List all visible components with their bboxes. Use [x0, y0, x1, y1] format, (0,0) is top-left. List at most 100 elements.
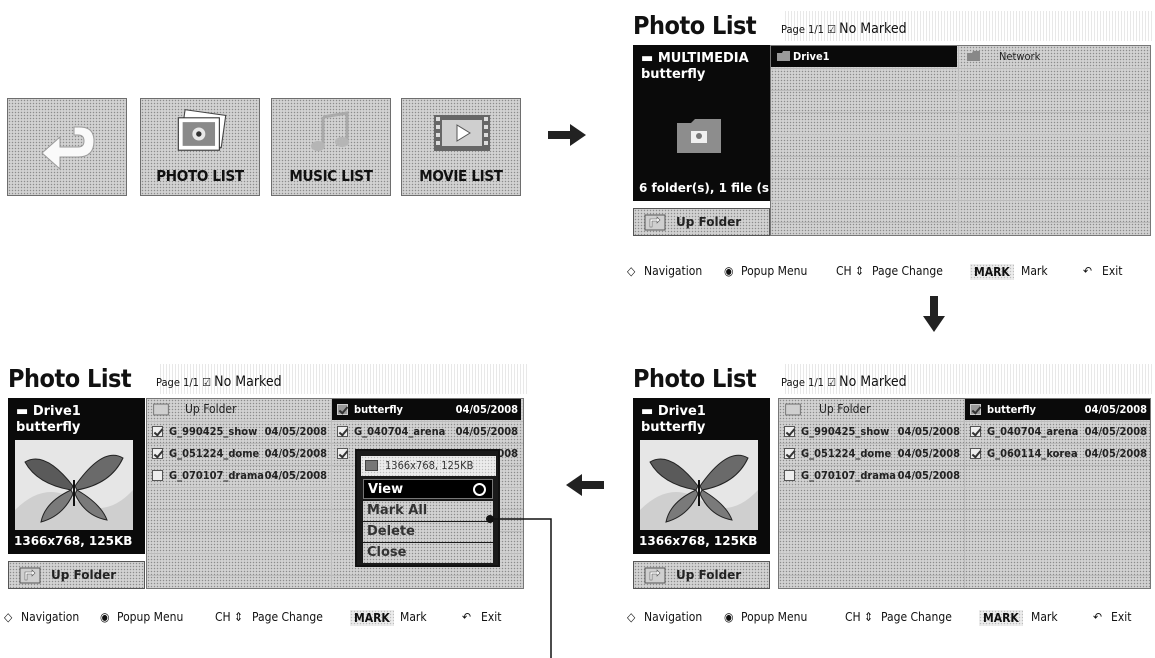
page-info: Page 1/1 ☑ No Marked [781, 21, 907, 37]
file-item-butterfly[interactable]: butterfly 04/05/2008 [332, 399, 521, 420]
page-number: Page 1/1 [156, 376, 199, 389]
ok-circle-icon: ◉ [724, 264, 734, 278]
mark-key-badge: MARK [970, 264, 1014, 280]
info-filename: butterfly [641, 420, 706, 435]
tile-movie-list[interactable]: MOVIE LIST [401, 98, 521, 196]
butterfly-thumbnail [640, 440, 758, 530]
folder-icon: ▬ [16, 404, 33, 419]
tile-photo-list[interactable]: PHOTO LIST [140, 98, 260, 196]
file-item[interactable]: G_040704_arena 04/05/2008 [965, 421, 1150, 442]
folder-icon [777, 51, 790, 61]
checkbox[interactable] [337, 404, 348, 415]
folder-icon: ▬ [641, 404, 658, 419]
up-folder-icon [644, 567, 666, 584]
info-filename: butterfly [16, 420, 81, 435]
checkbox[interactable] [337, 426, 348, 437]
up-folder-label: Up Folder [676, 215, 742, 229]
arrow-right-icon [548, 124, 586, 146]
file-item[interactable]: G_990425_show 04/05/2008 [779, 421, 963, 442]
folder-icon [677, 119, 721, 153]
info-summary: 6 folder(s), 1 file (s) [639, 181, 775, 195]
movie-icon [434, 115, 490, 151]
photo-list-screen-root: Photo List Page 1/1 ☑ No Marked ▬ MULTIM… [633, 11, 1153, 256]
checkbox[interactable] [784, 426, 795, 437]
checkbox[interactable] [152, 448, 163, 459]
page-info: Page 1/1 ☑ No Marked [156, 374, 282, 390]
file-item[interactable]: G_051224_dome 04/05/2008 [147, 443, 330, 464]
up-folder-button[interactable]: Up Folder [633, 208, 770, 236]
up-folder-row[interactable]: Up Folder [147, 399, 330, 420]
marked-status: No Marked [214, 374, 282, 390]
file-grid: Up Folder butterfly 04/05/2008 G_990425_… [778, 398, 1151, 589]
exit-icon: ↶ [1093, 610, 1103, 624]
tile-music-list[interactable]: MUSIC LIST [271, 98, 391, 196]
file-item[interactable]: G_060114_korea 04/05/2008 [965, 443, 1150, 464]
checkbox[interactable] [970, 448, 981, 459]
exit-icon: ↶ [462, 610, 472, 624]
popup-menu: 1366x768, 125KB View Mark All Delete Clo… [355, 449, 500, 567]
multimedia-icon: ▬ [641, 51, 658, 66]
up-folder-label: Up Folder [676, 568, 742, 582]
info-filename: butterfly [641, 67, 706, 82]
page-updown-icon: ⇕ [234, 610, 244, 624]
navigation-icon: ◇ [627, 610, 636, 624]
page-updown-icon: ⇕ [855, 264, 865, 278]
file-item[interactable]: G_040704_arena 04/05/2008 [332, 421, 521, 442]
folder-item-network[interactable]: Network [959, 46, 1149, 67]
navigation-icon: ◇ [4, 610, 13, 624]
checkbox[interactable] [337, 448, 348, 459]
tile-label: MOVIE LIST [419, 167, 503, 185]
ok-circle-icon: ◉ [724, 610, 734, 624]
checkbox[interactable] [152, 426, 163, 437]
file-grid: Drive1 Network [770, 45, 1151, 236]
popup-item-delete[interactable]: Delete [363, 522, 493, 542]
file-item[interactable]: G_990425_show 04/05/2008 [147, 421, 330, 442]
info-panel: ▬ MULTIMEDIA butterfly 6 folder(s), 1 fi… [633, 45, 775, 201]
up-folder-button[interactable]: Up Folder [633, 561, 770, 589]
page-updown-icon: ⇕ [864, 610, 874, 624]
folder-item-drive1[interactable]: Drive1 [771, 46, 957, 67]
page-number: Page 1/1 [781, 23, 824, 36]
checkbox[interactable] [784, 470, 795, 481]
footer-legend: ◇ Navigation ◉ Popup Menu CH ⇕ Page Chan… [627, 610, 1132, 626]
marked-check-icon: ☑ [202, 376, 215, 389]
mark-key-badge: MARK [350, 610, 394, 626]
checkbox[interactable] [970, 426, 981, 437]
footer-legend: ◇ Navigation ◉ Popup Menu CH ⇕ Page Chan… [4, 610, 502, 626]
music-notes-icon [311, 111, 349, 151]
arrow-left-icon [566, 474, 604, 496]
file-item[interactable]: G_070107_drama 04/05/2008 [779, 465, 963, 486]
file-item[interactable]: G_070107_drama 04/05/2008 [147, 465, 330, 486]
popup-item-view[interactable]: View [363, 479, 493, 499]
up-folder-label: Up Folder [51, 568, 117, 582]
popup-item-mark-all[interactable]: Mark All [363, 501, 493, 521]
callout-line [486, 515, 552, 658]
up-folder-icon [153, 403, 169, 416]
marked-check-icon: ☑ [827, 376, 840, 389]
checkbox[interactable] [152, 470, 163, 481]
mark-key-badge: MARK [979, 610, 1023, 626]
page-title: Photo List [633, 364, 757, 393]
checkbox[interactable] [970, 404, 981, 415]
up-folder-icon [785, 403, 801, 416]
info-location: ▬ MULTIMEDIA [641, 51, 749, 66]
marked-check-icon: ☑ [827, 23, 840, 36]
photo-list-screen-root: Photo List Page 1/1 ☑ No Marked ▬ Drive1… [633, 364, 1153, 609]
tile-label: MUSIC LIST [289, 167, 373, 185]
file-item[interactable]: G_051224_dome 04/05/2008 [779, 443, 963, 464]
checkbox[interactable] [784, 448, 795, 459]
file-item-butterfly[interactable]: butterfly 04/05/2008 [965, 399, 1150, 420]
popup-item-close[interactable]: Close [363, 543, 493, 563]
butterfly-thumbnail [15, 440, 133, 530]
tile-return[interactable] [7, 98, 127, 196]
up-folder-button[interactable]: Up Folder [8, 561, 145, 589]
ok-circle-icon [473, 483, 486, 496]
exit-icon: ↶ [1083, 264, 1093, 278]
ok-circle-icon: ◉ [100, 610, 110, 624]
page-info: Page 1/1 ☑ No Marked [781, 374, 907, 390]
marked-status: No Marked [839, 21, 907, 37]
tile-label: PHOTO LIST [156, 167, 244, 185]
info-location: ▬ Drive1 [641, 404, 706, 419]
up-folder-row[interactable]: Up Folder [779, 399, 963, 420]
info-panel: ▬ Drive1 butterfly 1366x768, 125KB [8, 398, 145, 554]
